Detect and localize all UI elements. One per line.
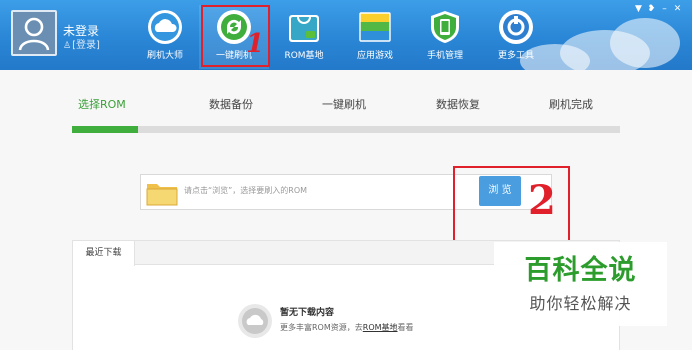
empty-cloud-icon: [238, 304, 272, 338]
cloud-icon: [148, 10, 182, 44]
tab-recent-downloads[interactable]: 最近下载: [73, 241, 135, 266]
tab-label: 更多工具: [497, 51, 534, 61]
tab-phone-manager[interactable]: 手机管理: [413, 6, 477, 66]
watermark: 百科全说 助你轻松解决: [494, 242, 667, 326]
skin-icon[interactable]: ❥: [645, 4, 658, 14]
folder-icon: [146, 184, 178, 206]
tools-icon: [499, 10, 533, 44]
step-progress-fill: [72, 126, 138, 133]
flash-master-window: 未登录 ♙[登录] 刷机大师 一键刷机 ROM基地 应用游戏 手机管理 更多工具…: [0, 0, 692, 350]
tab-label: 应用游戏: [356, 51, 393, 61]
user-small-icon: ♙: [63, 41, 72, 51]
login-status: 未登录: [63, 24, 100, 38]
empty-desc-suffix: 看看: [397, 323, 414, 332]
rom-bag-icon: [289, 15, 319, 42]
step-progress-bar: [72, 126, 620, 133]
watermark-title: 百科全说: [524, 255, 637, 286]
tab-label: 刷机大师: [146, 51, 183, 61]
avatar[interactable]: [11, 10, 57, 56]
close-icon[interactable]: ✕: [671, 4, 684, 14]
flash-steps: 选择ROM 数据备份 一键刷机 数据恢复 刷机完成: [0, 98, 692, 114]
watermark-subtitle: 助你轻松解决: [529, 294, 632, 313]
minimize-icon[interactable]: –: [658, 4, 671, 14]
step-label: 数据备份: [209, 98, 253, 111]
login-link[interactable]: ♙[登录]: [63, 40, 100, 52]
header-bar: 未登录 ♙[登录] 刷机大师 一键刷机 ROM基地 应用游戏 手机管理 更多工具…: [0, 0, 692, 70]
phone-shield-icon: [431, 11, 459, 43]
step-label: 刷机完成: [549, 98, 593, 111]
tab-flash-master[interactable]: 刷机大师: [133, 6, 197, 66]
rom-base-link[interactable]: ROM基地: [363, 323, 398, 332]
annotation-number-1: 1: [246, 29, 265, 59]
window-controls: ▼ ❥ – ✕: [632, 4, 684, 14]
login-link-label: [登录]: [72, 40, 100, 51]
step-label: 一键刷机: [322, 98, 366, 111]
tab-label: ROM基地: [284, 51, 324, 61]
menu-icon[interactable]: ▼: [632, 4, 645, 14]
app-stack-icon: [359, 12, 391, 42]
empty-description: 更多丰富ROM资源，去ROM基地看看: [280, 322, 414, 333]
rom-path-input[interactable]: 请点击“浏览”，选择要刷入的ROM: [184, 185, 307, 197]
annotation-number-2: 2: [528, 177, 556, 224]
tab-more-tools[interactable]: 更多工具: [484, 6, 548, 66]
tab-apps-games[interactable]: 应用游戏: [343, 6, 407, 66]
tab-rom-base[interactable]: ROM基地: [272, 6, 336, 66]
step-label: 数据恢复: [436, 98, 480, 111]
empty-title: 暂无下载内容: [280, 308, 335, 318]
user-silhouette-icon: [18, 17, 50, 51]
empty-desc-prefix: 更多丰富ROM资源，去: [280, 323, 363, 332]
tab-label: 手机管理: [426, 51, 463, 61]
step-label: 选择ROM: [78, 98, 126, 111]
